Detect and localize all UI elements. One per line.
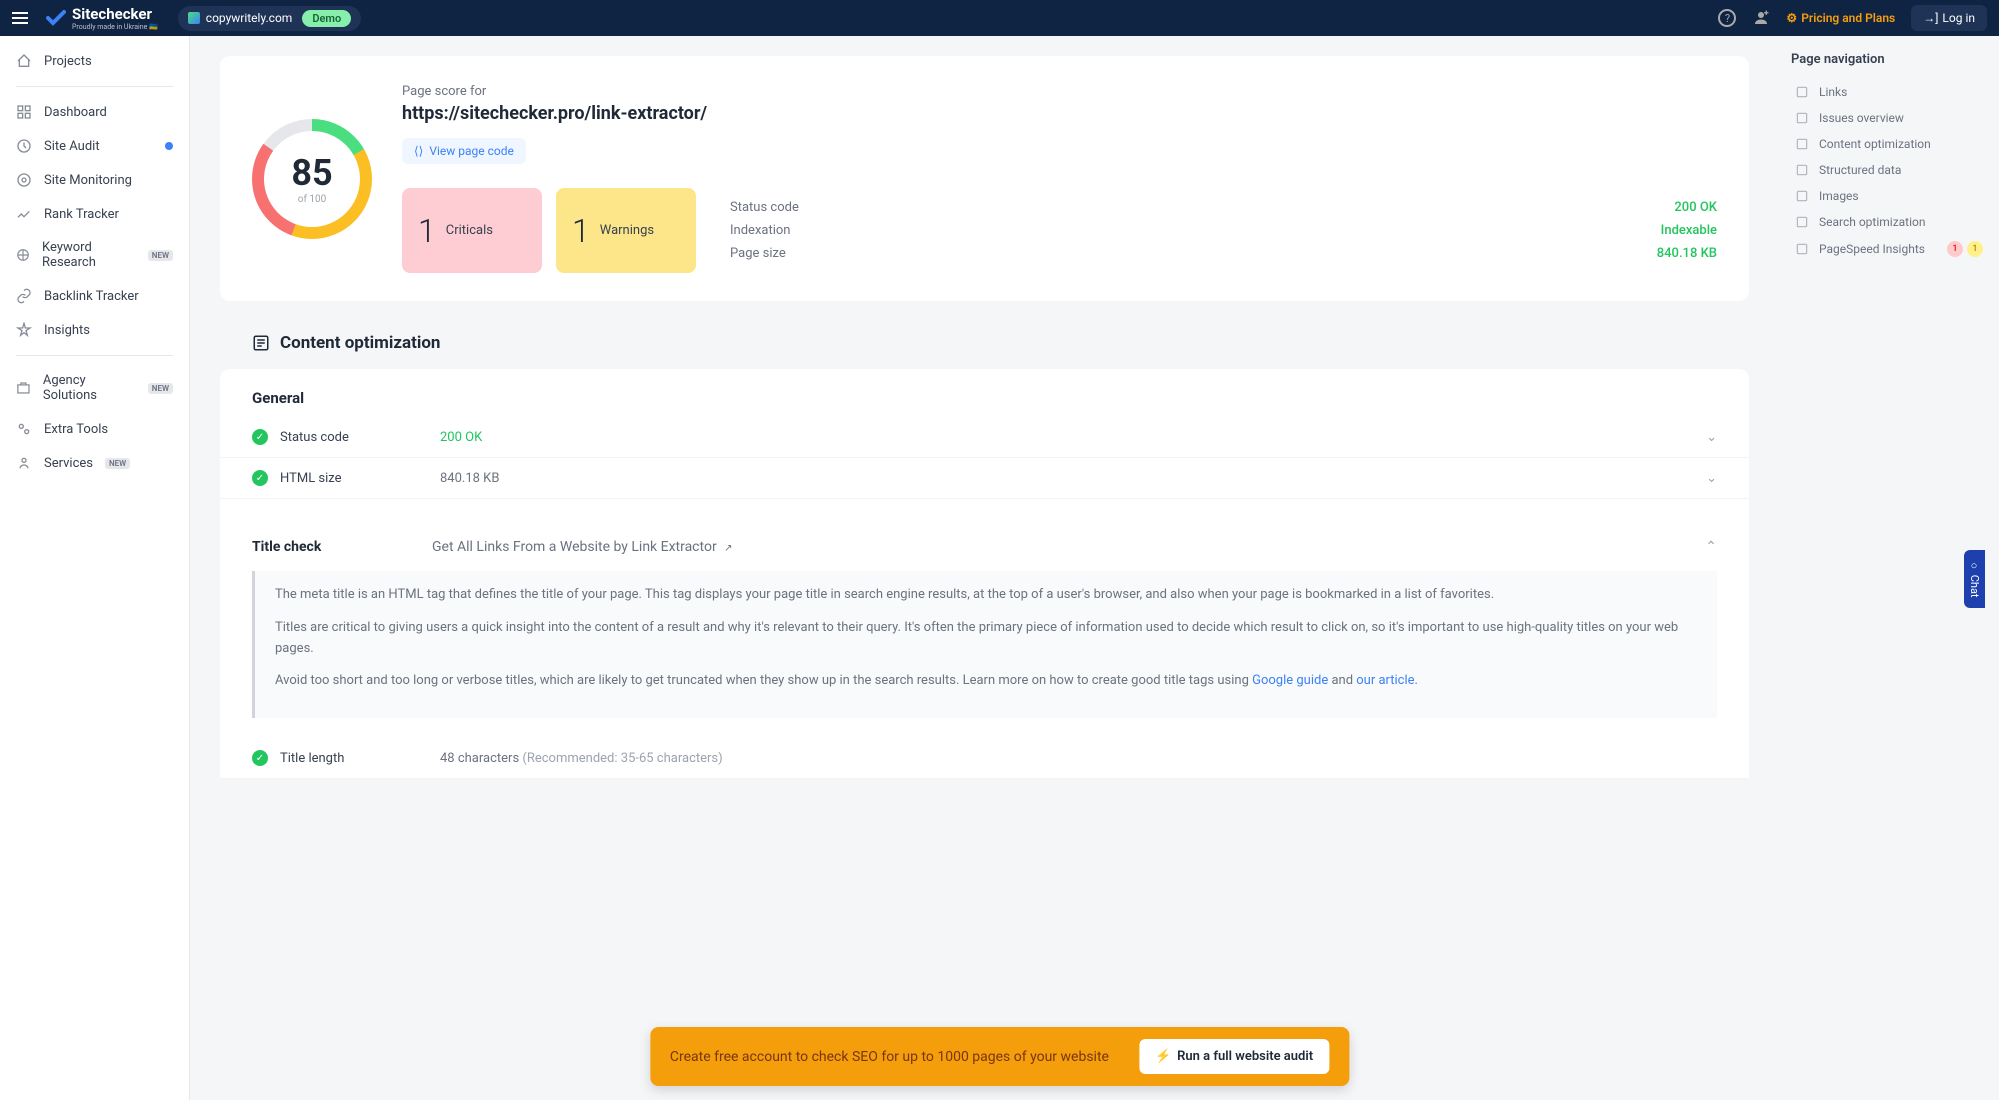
sidebar-item-dashboard[interactable]: Dashboard <box>0 95 189 129</box>
new-badge: NEW <box>148 250 173 261</box>
gear-icon: ⚙ <box>1786 11 1797 25</box>
nav-icon <box>1795 215 1809 229</box>
backlink-icon <box>16 288 32 304</box>
audit-icon <box>16 138 32 154</box>
general-header: General <box>220 369 1749 417</box>
check-icon <box>46 8 66 28</box>
tools-icon <box>16 421 32 437</box>
nav-content-optimization[interactable]: Content optimization <box>1791 131 1987 157</box>
score-gauge: 85 of 100 <box>252 119 372 239</box>
page-url: https://sitechecker.pro/link-extractor/ <box>402 103 1717 124</box>
agency-icon <box>16 380 31 396</box>
cta-banner: Create free account to check SEO for up … <box>650 1027 1349 1086</box>
services-icon <box>16 455 32 471</box>
domain-selector[interactable]: copywritely.com Demo <box>178 6 361 31</box>
external-link-icon[interactable]: ↗ <box>724 543 732 554</box>
brand-name: Sitechecker <box>72 5 158 23</box>
nav-icon <box>1795 189 1809 203</box>
code-icon: ⟨⟩ <box>414 144 423 158</box>
check-row-html-size[interactable]: ✓HTML size840.18 KB⌄ <box>220 458 1749 499</box>
content-icon <box>252 334 270 352</box>
nav-icon <box>1795 137 1809 151</box>
new-badge: NEW <box>148 383 173 394</box>
sidebar-item-keyword-research[interactable]: Keyword ResearchNEW <box>0 231 189 279</box>
sidebar-item-site-audit[interactable]: Site Audit <box>0 129 189 163</box>
insights-icon <box>16 322 32 338</box>
view-code-button[interactable]: ⟨⟩ View page code <box>402 138 526 164</box>
nav-images[interactable]: Images <box>1791 183 1987 209</box>
check-ok-icon: ✓ <box>252 429 268 445</box>
login-button[interactable]: →] Log in <box>1911 5 1987 31</box>
count-badge: 1 <box>1967 241 1983 257</box>
sidebar-item-site-monitoring[interactable]: Site Monitoring <box>0 163 189 197</box>
title-length-row[interactable]: ✓ Title length 48 characters (Recommende… <box>220 738 1749 779</box>
banner-text: Create free account to check SEO for up … <box>670 1049 1109 1065</box>
sidebar-item-extra-tools[interactable]: Extra Tools <box>0 412 189 446</box>
bolt-icon: ⚡ <box>1155 1049 1171 1064</box>
check-row-status-code[interactable]: ✓Status code200 OK⌄ <box>220 417 1749 458</box>
check-ok-icon: ✓ <box>252 470 268 486</box>
metric-row: IndexationIndexable <box>730 219 1717 242</box>
metric-row: Status code200 OK <box>730 196 1717 219</box>
chevron-down-icon: ⌄ <box>1706 471 1717 486</box>
title-description: The meta title is an HTML tag that defin… <box>252 571 1717 718</box>
keyword-icon <box>16 247 30 263</box>
sidebar-item-backlink-tracker[interactable]: Backlink Tracker <box>0 279 189 313</box>
logo[interactable]: Sitechecker Proudly made in Ukraine 🇺🇦 <box>46 5 158 31</box>
nav-icon <box>1795 163 1809 177</box>
nav-search-optimization[interactable]: Search optimization <box>1791 209 1987 235</box>
domain-text: copywritely.com <box>206 11 293 25</box>
sidebar-item-rank-tracker[interactable]: Rank Tracker <box>0 197 189 231</box>
home-icon <box>16 53 32 69</box>
chevron-down-icon: ⌄ <box>1706 430 1717 445</box>
help-icon[interactable]: ? <box>1718 9 1736 27</box>
nav-icon <box>1795 85 1809 99</box>
score-max: of 100 <box>298 194 327 205</box>
sidebar-item-insights[interactable]: Insights <box>0 313 189 347</box>
demo-badge: Demo <box>302 10 351 27</box>
login-icon: →] <box>1923 11 1938 25</box>
count-badge: 1 <box>1947 241 1963 257</box>
nav-issues-overview[interactable]: Issues overview <box>1791 105 1987 131</box>
nav-icon <box>1795 111 1809 125</box>
metrics-list: Status code200 OKIndexationIndexablePage… <box>710 188 1717 273</box>
new-badge: NEW <box>105 458 130 469</box>
criticals-box[interactable]: 1 Criticals <box>402 188 542 273</box>
nav-links[interactable]: Links <box>1791 79 1987 105</box>
score-label: Page score for <box>402 84 1717 99</box>
nav-structured-data[interactable]: Structured data <box>1791 157 1987 183</box>
chat-button[interactable]: ○ Chat <box>1964 550 1985 608</box>
our-article-link[interactable]: our article <box>1356 673 1414 688</box>
score-value: 85 <box>291 152 332 194</box>
monitor-icon <box>16 172 32 188</box>
nav-icon <box>1795 242 1809 256</box>
sidebar-item-agency-solutions[interactable]: Agency SolutionsNEW <box>0 364 189 412</box>
domain-favicon <box>188 12 200 24</box>
sidebar-item-services[interactable]: ServicesNEW <box>0 446 189 480</box>
pricing-link[interactable]: ⚙ Pricing and Plans <box>1786 11 1895 25</box>
chevron-up-icon: ⌃ <box>1705 539 1717 555</box>
google-guide-link[interactable]: Google guide <box>1252 673 1328 688</box>
warnings-box[interactable]: 1 Warnings <box>556 188 696 273</box>
add-user-icon[interactable] <box>1752 9 1770 27</box>
brand-tagline: Proudly made in Ukraine 🇺🇦 <box>72 23 158 31</box>
nav-pagespeed-insights[interactable]: PageSpeed Insights11 <box>1791 235 1987 263</box>
run-audit-button[interactable]: ⚡ Run a full website audit <box>1139 1039 1329 1074</box>
notification-dot <box>165 142 173 150</box>
content-optimization-header: Content optimization <box>220 325 1749 369</box>
sidebar: Projects DashboardSite AuditSite Monitor… <box>0 36 190 1100</box>
check-ok-icon: ✓ <box>252 750 268 766</box>
menu-icon[interactable] <box>12 9 36 27</box>
dashboard-icon <box>16 104 32 120</box>
title-check-row[interactable]: Title check Get All Links From a Website… <box>220 523 1749 571</box>
rank-icon <box>16 206 32 222</box>
metric-row: Page size840.18 KB <box>730 242 1717 265</box>
sidebar-projects[interactable]: Projects <box>0 44 189 78</box>
